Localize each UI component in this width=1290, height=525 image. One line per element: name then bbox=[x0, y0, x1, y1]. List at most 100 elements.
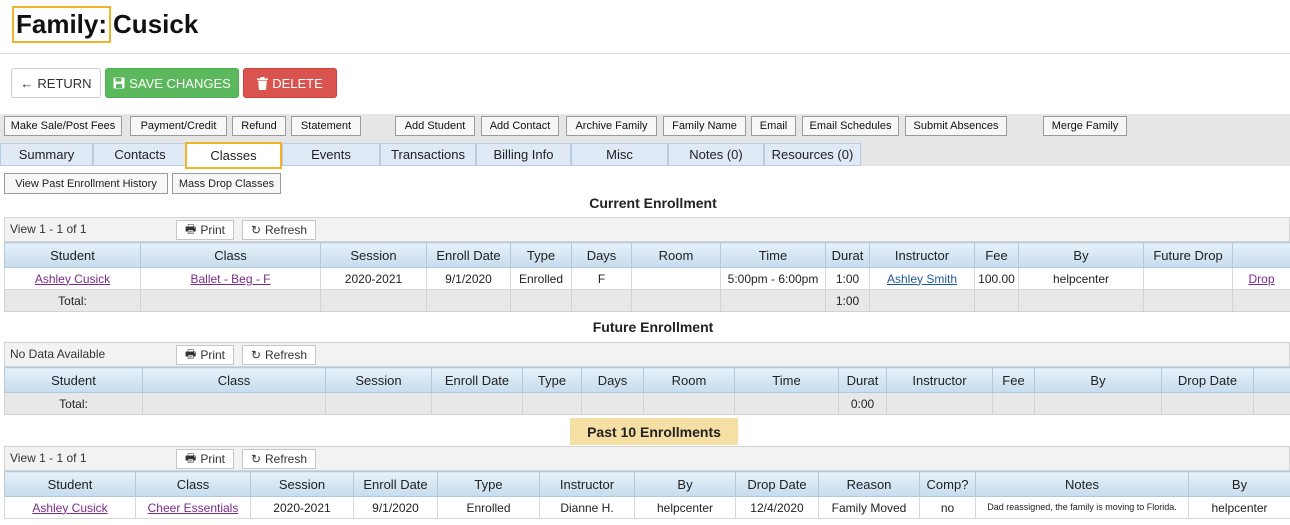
print-button[interactable]: 🖶 Print bbox=[176, 449, 234, 469]
col-session[interactable]: Session bbox=[250, 471, 354, 497]
delete-button[interactable]: DELETE bbox=[243, 68, 337, 98]
col-enroll-date[interactable]: Enroll Date bbox=[426, 242, 511, 268]
student-link[interactable]: Ashley Cusick bbox=[32, 501, 107, 515]
view-past-history-button[interactable]: View Past Enrollment History bbox=[4, 173, 168, 194]
col-room[interactable]: Room bbox=[643, 367, 735, 393]
pager-info: View 1 - 1 of 1 bbox=[10, 222, 87, 236]
col-time[interactable]: Time bbox=[734, 367, 839, 393]
col-class[interactable]: Class bbox=[142, 367, 326, 393]
col-time[interactable]: Time bbox=[720, 242, 826, 268]
save-label: SAVE CHANGES bbox=[129, 75, 231, 91]
tab-transactions[interactable]: Transactions bbox=[380, 143, 476, 166]
statement-button[interactable]: Statement bbox=[291, 116, 361, 136]
total-row: Total: 1:00 bbox=[4, 289, 1290, 312]
col-days[interactable]: Days bbox=[581, 367, 644, 393]
payment-credit-button[interactable]: Payment/Credit bbox=[130, 116, 227, 136]
col-instructor[interactable]: Instructor bbox=[539, 471, 635, 497]
future-enrollment-table: Student Class Session Enroll Date Type D… bbox=[4, 367, 1290, 415]
drop-link[interactable]: Drop bbox=[1248, 272, 1274, 286]
email-button[interactable]: Email bbox=[751, 116, 796, 136]
family-name-button[interactable]: Family Name bbox=[663, 116, 746, 136]
by-cell: helpcenter bbox=[634, 496, 736, 519]
refresh-button[interactable]: ↻ Refresh bbox=[242, 449, 316, 469]
col-class[interactable]: Class bbox=[140, 242, 321, 268]
student-link[interactable]: Ashley Cusick bbox=[35, 272, 110, 286]
class-link[interactable]: Cheer Essentials bbox=[148, 501, 239, 515]
col-notes[interactable]: Notes bbox=[975, 471, 1189, 497]
instructor-link[interactable]: Ashley Smith bbox=[887, 272, 957, 286]
family-name: Cusick bbox=[113, 9, 199, 39]
col-duration[interactable]: Durat bbox=[825, 242, 870, 268]
email-schedules-button[interactable]: Email Schedules bbox=[802, 116, 899, 136]
floppy-disk-icon bbox=[113, 77, 125, 89]
class-link[interactable]: Ballet - Beg - F bbox=[190, 272, 270, 286]
col-type[interactable]: Type bbox=[522, 367, 582, 393]
col-duration[interactable]: Durat bbox=[838, 367, 887, 393]
col-drop-date[interactable]: Drop Date bbox=[1161, 367, 1254, 393]
page-title: Family: Cusick bbox=[12, 6, 198, 43]
save-changes-button[interactable]: SAVE CHANGES bbox=[105, 68, 239, 98]
enroll-date-cell: 9/1/2020 bbox=[426, 267, 511, 290]
tab-billing-info[interactable]: Billing Info bbox=[476, 143, 571, 166]
tab-resources[interactable]: Resources (0) bbox=[764, 143, 861, 166]
col-days[interactable]: Days bbox=[571, 242, 632, 268]
col-future-drop[interactable]: Future Drop bbox=[1143, 242, 1233, 268]
total-label: Total: bbox=[4, 392, 143, 415]
refresh-label: Refresh bbox=[265, 348, 308, 362]
col-instructor[interactable]: Instructor bbox=[886, 367, 993, 393]
tab-contacts[interactable]: Contacts bbox=[93, 143, 187, 166]
col-student[interactable]: Student bbox=[4, 471, 136, 497]
past-enrollments-title: Past 10 Enrollments bbox=[570, 418, 738, 445]
add-student-button[interactable]: Add Student bbox=[395, 116, 475, 136]
refresh-label: Refresh bbox=[265, 223, 308, 237]
col-enroll-date[interactable]: Enroll Date bbox=[431, 367, 523, 393]
archive-family-button[interactable]: Archive Family bbox=[566, 116, 657, 136]
col-fee[interactable]: Fee bbox=[974, 242, 1019, 268]
pager: View 1 - 1 of 1 🖶 Print ↻ Refresh bbox=[4, 446, 1290, 471]
col-comp[interactable]: Comp? bbox=[919, 471, 976, 497]
merge-family-button[interactable]: Merge Family bbox=[1043, 116, 1127, 136]
tab-classes[interactable]: Classes bbox=[185, 142, 282, 169]
col-by-2[interactable]: By bbox=[1188, 471, 1290, 497]
col-type[interactable]: Type bbox=[510, 242, 572, 268]
pager-info: No Data Available bbox=[10, 347, 106, 361]
col-fee[interactable]: Fee bbox=[992, 367, 1035, 393]
table-header: Student Class Session Enroll Date Type I… bbox=[4, 471, 1290, 497]
col-student[interactable]: Student bbox=[4, 242, 141, 268]
col-by[interactable]: By bbox=[1018, 242, 1144, 268]
refund-button[interactable]: Refund bbox=[232, 116, 286, 136]
future-enrollment-title: Future Enrollment bbox=[592, 319, 714, 335]
col-instructor[interactable]: Instructor bbox=[869, 242, 975, 268]
col-room[interactable]: Room bbox=[631, 242, 721, 268]
tab-notes[interactable]: Notes (0) bbox=[668, 143, 764, 166]
return-button[interactable]: ← RETURN bbox=[11, 68, 101, 98]
submit-absences-button[interactable]: Submit Absences bbox=[905, 116, 1007, 136]
tab-summary[interactable]: Summary bbox=[0, 143, 93, 166]
col-class[interactable]: Class bbox=[135, 471, 251, 497]
col-by[interactable]: By bbox=[1034, 367, 1162, 393]
col-drop-date[interactable]: Drop Date bbox=[735, 471, 819, 497]
col-by[interactable]: By bbox=[634, 471, 736, 497]
room-cell bbox=[631, 267, 721, 290]
col-session[interactable]: Session bbox=[325, 367, 432, 393]
add-contact-button[interactable]: Add Contact bbox=[481, 116, 559, 136]
tab-events[interactable]: Events bbox=[282, 143, 380, 166]
instructor-cell: Dianne H. bbox=[539, 496, 635, 519]
total-duration: 0:00 bbox=[838, 392, 887, 415]
time-cell: 5:00pm - 6:00pm bbox=[720, 267, 826, 290]
mass-drop-classes-button[interactable]: Mass Drop Classes bbox=[172, 173, 281, 194]
trash-icon bbox=[257, 76, 269, 90]
tab-misc[interactable]: Misc bbox=[571, 143, 668, 166]
print-button[interactable]: 🖶 Print bbox=[176, 220, 234, 240]
col-reason[interactable]: Reason bbox=[818, 471, 920, 497]
make-sale-button[interactable]: Make Sale/Post Fees bbox=[4, 116, 122, 136]
print-button[interactable]: 🖶 Print bbox=[176, 345, 234, 365]
refresh-button[interactable]: ↻ Refresh bbox=[242, 220, 316, 240]
col-enroll-date[interactable]: Enroll Date bbox=[353, 471, 438, 497]
refresh-button[interactable]: ↻ Refresh bbox=[242, 345, 316, 365]
print-label: Print bbox=[200, 223, 225, 237]
col-student[interactable]: Student bbox=[4, 367, 143, 393]
col-session[interactable]: Session bbox=[320, 242, 427, 268]
col-type[interactable]: Type bbox=[437, 471, 540, 497]
pager-info: View 1 - 1 of 1 bbox=[10, 451, 87, 465]
